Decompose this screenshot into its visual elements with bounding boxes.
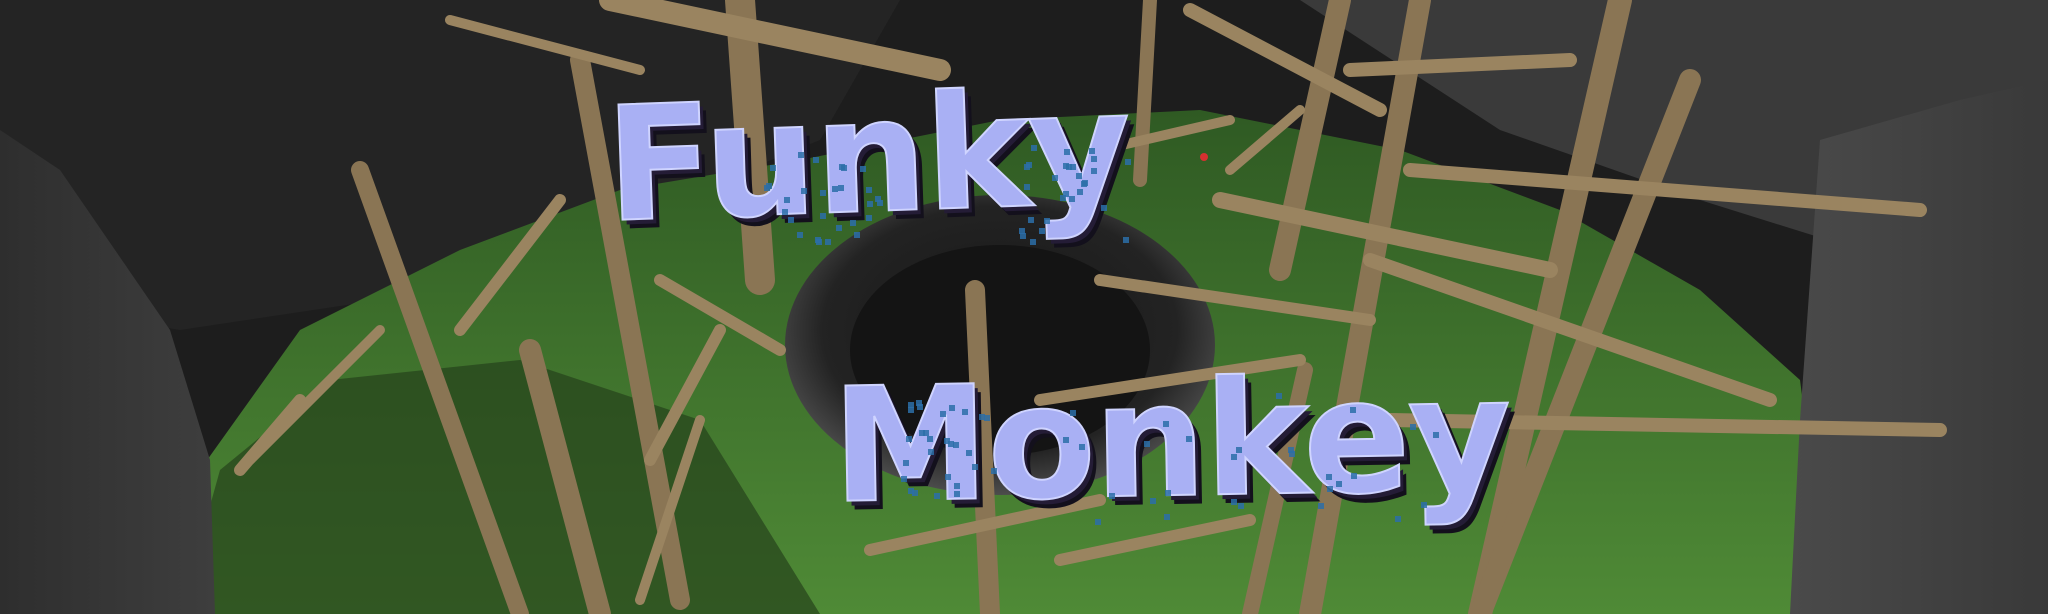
title-speckle [1162,420,1169,427]
title-speckle [908,406,915,413]
title-speckle [1394,515,1401,522]
title-speckle [1082,180,1089,187]
title-speckle [867,201,874,208]
title-speckle [841,165,848,172]
title-speckle [900,475,907,482]
title-speckle [1351,473,1358,480]
title-speckle [866,187,873,194]
title-speckle [1335,480,1342,487]
title-speckle [979,413,986,420]
title-speckle [1068,196,1075,203]
title-speckle [1230,454,1237,461]
title-speckle [1031,145,1038,151]
title-speckle [1164,514,1171,521]
title-speckle [859,166,866,173]
title-speckle [990,467,997,474]
title-speckle [1108,493,1115,500]
title-speckle [787,216,794,223]
title-speckle [838,185,845,192]
title-speckle [1149,497,1156,504]
title-speckle [796,231,803,238]
title-speckle [831,185,838,192]
title-speckle [1088,147,1095,154]
title-speckle [836,224,843,231]
title-speckle [770,164,777,171]
title-speckle [927,448,934,455]
title-speckle [1186,436,1193,443]
game-scene: Funky Monkey [0,0,2048,614]
title-speckle [816,239,823,246]
title-speckle [953,490,960,497]
title-speckle [1077,188,1084,195]
title-speckle [820,189,827,196]
title-speckle [1019,232,1026,239]
title-speckle [1317,503,1324,510]
title-speckle [797,151,804,158]
title-speckle [1094,518,1101,525]
title-speckle [819,213,826,220]
title-speckle [784,197,790,204]
title-speckle [1024,184,1031,191]
title-speckle [1026,162,1033,169]
title-speckle [1235,447,1242,454]
title-speckle [1165,489,1172,496]
title-speckle [1421,501,1428,508]
title-speckle [1325,474,1332,481]
title-speckle [966,449,973,456]
title-speckle [1069,410,1076,417]
title-speckle [1237,503,1244,510]
title-speckle [801,187,808,194]
title-speckle [1090,155,1097,162]
title-speckle [1143,441,1150,448]
title-speckle [1101,205,1108,212]
title-speckle [945,473,952,480]
title-speckle [825,239,832,246]
title-speckle [906,435,913,442]
title-speckle [812,156,819,163]
title-speckle [1327,485,1334,492]
title-speckle [1062,436,1069,443]
title-speckle [854,232,861,239]
title-speckle [850,220,857,227]
title-speckle [971,463,978,470]
title-speckle [1028,217,1035,224]
title-speckle [1060,195,1067,202]
title-speckle [1122,236,1129,243]
title-speckle [933,493,940,500]
title-speckle [952,442,959,449]
title-speckle [1066,163,1073,170]
title-speckle [1289,450,1296,457]
red-marker [1200,153,1208,161]
title-speckle [918,430,925,437]
title-speckle [1030,238,1037,245]
title-speckle [1231,498,1238,505]
title-speckle [943,437,950,444]
title-speckle [940,410,947,417]
title-speckle [1090,168,1097,175]
title-speckle [875,196,882,203]
title-speckle [949,405,956,412]
title-speckle [1349,407,1356,414]
title-speckle [1052,175,1059,181]
title-speckle [1075,173,1082,180]
title-speckle [782,209,789,216]
title-speckle [1044,218,1051,225]
title-speckle [764,185,771,191]
title-speckle [926,435,933,442]
title-speckle [916,400,923,407]
title-speckle [1038,228,1045,235]
title-speckle [1124,158,1131,165]
right-rock-pillar [1790,80,2048,614]
title-speckle [1432,432,1439,439]
title-speckle [912,489,919,496]
title-speckle [1409,424,1416,431]
title-speckle [962,408,969,415]
title-speckle [1078,443,1085,450]
title-speckle [1276,393,1283,400]
title-speckle [953,483,960,490]
title-speckle [984,414,991,421]
title-speckle [865,214,872,221]
title-speckle [902,460,909,467]
title-speckle [1064,149,1071,156]
